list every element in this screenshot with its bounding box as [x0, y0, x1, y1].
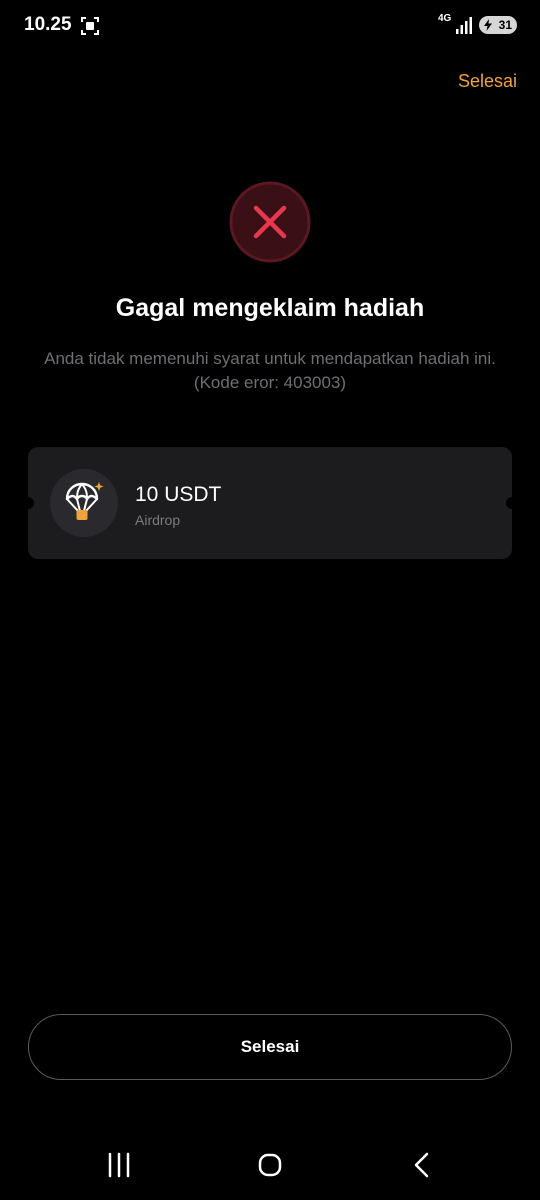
system-nav-bar: [0, 1140, 540, 1190]
card-notch-right: [506, 497, 518, 509]
result-title: Gagal mengeklaim hadiah: [115, 294, 425, 322]
signal-icon: [456, 17, 472, 34]
recent-apps-icon[interactable]: [99, 1150, 139, 1180]
charging-icon: [484, 19, 492, 31]
reward-card: 10 USDT Airdrop: [22, 447, 518, 559]
card-notch-left: [22, 497, 34, 509]
home-icon[interactable]: [250, 1150, 290, 1180]
network-type: 4G: [438, 13, 452, 24]
parachute-airdrop-icon: [65, 482, 104, 520]
reward-icon-container: [50, 469, 118, 537]
reward-type: Airdrop: [135, 512, 181, 528]
battery-level: 31: [498, 18, 512, 32]
status-bar: 10.25 4G 31: [0, 0, 540, 52]
screenshot-icon: [81, 17, 99, 35]
result-message: Anda tidak memenuhi syarat untuk mendapa…: [44, 349, 496, 392]
battery-icon: 31: [479, 16, 517, 34]
done-button[interactable]: Selesai: [28, 1014, 512, 1080]
status-time: 10.25: [24, 14, 72, 35]
error-x-icon: [229, 181, 311, 263]
back-icon[interactable]: [401, 1150, 441, 1180]
reward-amount: 10 USDT: [135, 483, 222, 506]
done-link[interactable]: Selesai: [458, 71, 517, 92]
